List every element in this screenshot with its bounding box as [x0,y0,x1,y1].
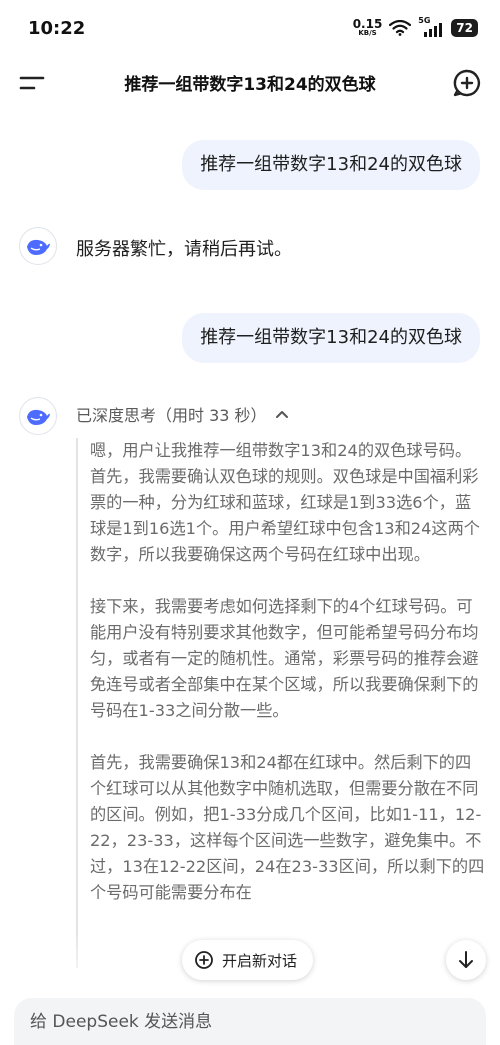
status-bar: 10:22 0.15 KB/S 5G 72 [0,0,500,58]
status-time: 10:22 [28,18,86,39]
chevron-up-icon [275,411,288,418]
network-speed-unit: KB/S [358,29,377,37]
battery-indicator: 72 [451,18,478,37]
scroll-to-bottom-button[interactable] [446,940,486,980]
thinking-toggle[interactable]: 已深度思考（用时 33 秒） [76,402,289,426]
thinking-paragraph: 嗯，用户让我推荐一组带数字13和24的双色球号码。首先，我需要确认双色球的规则。… [90,441,480,564]
message-input-placeholder: 给 DeepSeek 发送消息 [30,1012,213,1032]
menu-icon[interactable] [18,70,46,96]
thinking-label: 已深度思考（用时 33 秒） [76,406,267,425]
cellular-signal: 5G [418,16,444,37]
user-message: 推荐一组带数字13和24的双色球 [182,140,480,190]
deepseek-avatar [19,227,57,265]
chat-title: 推荐一组带数字13和24的双色球 [124,75,376,95]
new-chat-label: 开启新对话 [222,951,298,970]
new-chat-icon[interactable] [452,68,482,98]
new-chat-icon [195,951,213,969]
network-speed: 0.15 KB/S [353,18,383,37]
thinking-paragraph: 接下来，我需要考虑如何选择剩下的4个红球号码。可能用户没有特别要求其他数字，但可… [90,597,479,720]
thinking-paragraph: 首先，我需要确保13和24都在红球中。然后剩下的四个红球可以从其他数字中随机选取… [90,753,485,902]
message-input[interactable]: 给 DeepSeek 发送消息 [14,998,486,1045]
chat-header: 推荐一组带数字13和24的双色球 [0,58,500,108]
deepseek-avatar [19,397,57,435]
thinking-content: 嗯，用户让我推荐一组带数字13和24的双色球号码。首先，我需要确认双色球的规则。… [76,438,486,968]
arrow-down-icon [459,951,473,968]
wifi-icon [389,19,412,36]
whale-logo-icon [27,409,50,425]
new-chat-button[interactable]: 开启新对话 [182,940,314,980]
assistant-message: 服务器繁忙，请稍后再试。 [76,239,292,260]
signal-icon [424,22,443,37]
user-message: 推荐一组带数字13和24的双色球 [182,313,480,363]
status-icons: 0.15 KB/S 5G 72 [353,16,478,37]
whale-logo-icon [27,239,50,255]
